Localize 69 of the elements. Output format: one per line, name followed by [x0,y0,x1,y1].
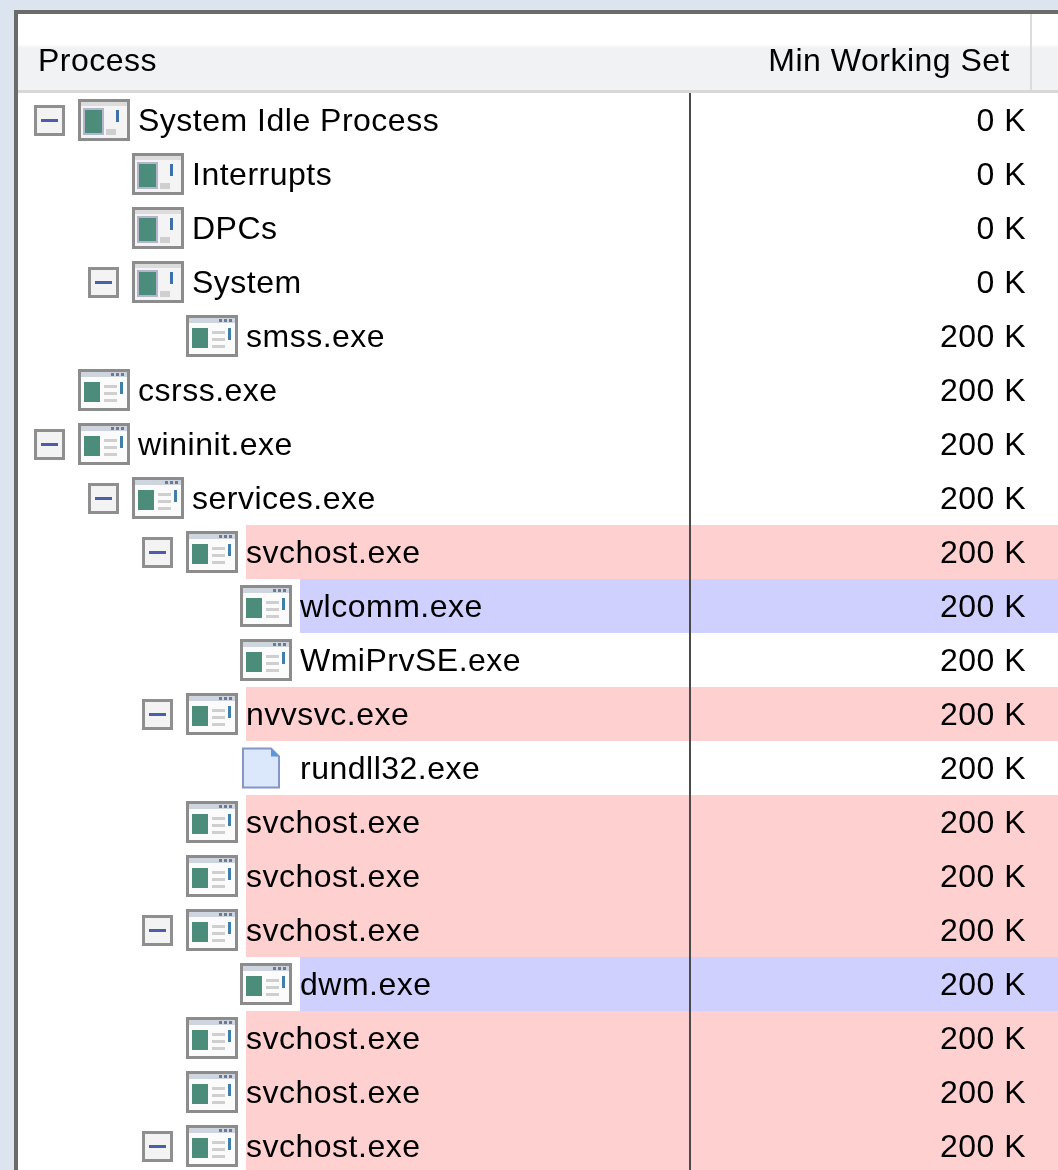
working-set-value: 0 K [976,155,1026,193]
process-name[interactable]: Interrupts [192,147,689,201]
collapse-icon[interactable] [34,104,65,136]
process-name[interactable]: wininit.exe [138,417,689,471]
process-name[interactable]: svchost.exe [246,525,689,579]
working-set-value: 200 K [939,317,1026,355]
process-name[interactable]: dwm.exe [300,957,689,1011]
window-icon [186,909,238,951]
working-set-value: 0 K [976,209,1026,247]
working-set-value: 0 K [976,263,1026,301]
window-icon [240,639,292,681]
process-column-header[interactable]: Process [38,41,158,79]
working-set-value: 200 K [939,1073,1026,1111]
window-icon [240,585,292,627]
working-set-value: 200 K [939,533,1026,571]
working-set-column-header[interactable]: Min Working Set [768,41,1010,79]
working-set-value: 0 K [976,101,1026,139]
working-set-value: 200 K [939,371,1026,409]
window-icon [186,531,238,573]
working-set-value: 200 K [939,425,1026,463]
process-name[interactable]: System [192,255,689,309]
process-name[interactable]: svchost.exe [246,903,689,957]
process-name[interactable]: svchost.exe [246,1011,689,1065]
window-icon [186,855,238,897]
window-icon [186,801,238,843]
window-icon [186,315,238,357]
process-name[interactable]: wlcomm.exe [300,579,689,633]
collapse-icon[interactable] [34,428,65,460]
collapse-icon[interactable] [142,914,173,946]
process-name[interactable]: rundll32.exe [300,741,689,795]
window-icon [132,153,184,195]
working-set-value: 200 K [939,1019,1026,1057]
collapse-icon[interactable] [88,266,119,298]
window-icon [240,963,292,1005]
process-name[interactable]: svchost.exe [246,1119,689,1170]
process-name[interactable]: nvvsvc.exe [246,687,689,741]
window-icon [78,369,130,411]
process-name[interactable]: System Idle Process [138,93,689,147]
process-name[interactable]: svchost.exe [246,1065,689,1119]
working-set-value: 200 K [939,695,1026,733]
process-name[interactable]: smss.exe [246,309,689,363]
collapse-icon[interactable] [88,482,119,514]
collapse-icon[interactable] [142,1130,173,1162]
process-name[interactable]: svchost.exe [246,849,689,903]
window-icon [78,423,130,465]
process-name[interactable]: WmiPrvSE.exe [300,633,689,687]
working-set-value: 200 K [939,587,1026,625]
working-set-value: 200 K [939,857,1026,895]
window-icon [186,693,238,735]
working-set-value: 200 K [939,641,1026,679]
window-icon [132,477,184,519]
window-icon [132,261,184,303]
window-icon [132,207,184,249]
collapse-icon[interactable] [142,536,173,568]
process-name[interactable]: csrss.exe [138,363,689,417]
process-name[interactable]: services.exe [192,471,689,525]
window-icon [186,1017,238,1059]
working-set-value: 200 K [939,803,1026,841]
working-set-value: 200 K [939,749,1026,787]
working-set-value: 200 K [939,479,1026,517]
process-name[interactable]: svchost.exe [246,795,689,849]
working-set-value: 200 K [939,911,1026,949]
process-name[interactable]: DPCs [192,201,689,255]
window-icon [186,1071,238,1113]
working-set-value: 200 K [939,1127,1026,1165]
window-icon [78,99,130,141]
working-set-value: 200 K [939,965,1026,1003]
window-icon [186,1125,238,1167]
collapse-icon[interactable] [142,698,173,730]
